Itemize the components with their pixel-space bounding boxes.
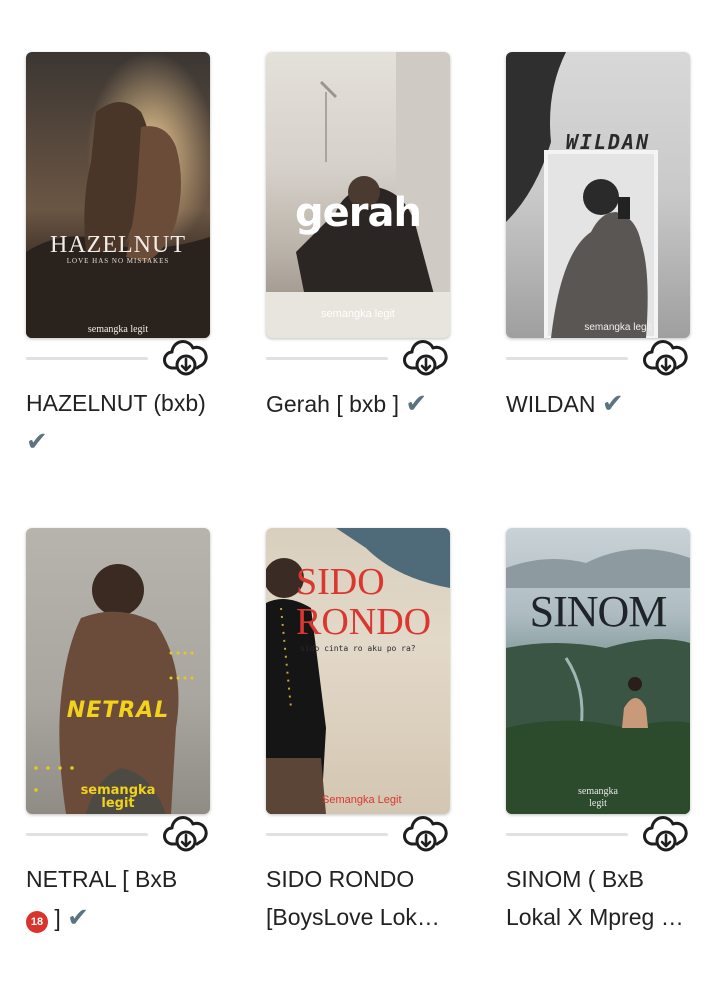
book-title-text: HAZELNUT (bxb) [26, 390, 206, 416]
book-card-netral[interactable]: NETRAL semangka legit NETRAL [ BxB 18 ] … [26, 528, 212, 937]
cover-title: WILDAN [565, 130, 651, 154]
verified-check-icon: ✔ [405, 388, 428, 418]
cover-title: HAZELNUT [50, 232, 186, 258]
book-card-sido-rondo[interactable]: SIDO RONDO sido cinta ro aku po ra? Sema… [266, 528, 452, 936]
cloud-download-icon[interactable] [642, 338, 690, 378]
cover-art [26, 52, 210, 338]
book-title-text: WILDAN [506, 391, 596, 417]
cover-title: gerah [295, 190, 422, 236]
book-cover[interactable]: WILDAN semangka legit [506, 52, 690, 338]
cover-author: semangka legit [87, 324, 149, 335]
cloud-download-icon[interactable] [402, 814, 450, 854]
reading-progress-row [506, 814, 692, 858]
cover-author-line2: legit [589, 798, 607, 809]
cover-subtitle: sido cinta ro aku po ra? [300, 644, 416, 653]
cover-art [34, 564, 194, 814]
reading-progress-row [26, 338, 212, 382]
verified-check-icon: ✔ [67, 902, 89, 932]
book-cover[interactable]: SIDO RONDO sido cinta ro aku po ra? Sema… [266, 528, 450, 814]
progress-bar [26, 833, 148, 836]
book-card-sinom[interactable]: SINOM semangka legit SINOM ( BxB Lokal X… [506, 528, 692, 936]
reading-progress-row [506, 338, 692, 382]
book-title[interactable]: Gerah [ bxb ] ✔ [266, 384, 452, 423]
book-cover[interactable]: SINOM semangka legit [506, 528, 690, 814]
cover-title-line1: SIDO [296, 561, 385, 603]
book-card-wildan[interactable]: WILDAN semangka legit WILDAN ✔ [506, 52, 692, 423]
cloud-download-icon[interactable] [402, 338, 450, 378]
cloud-download-icon[interactable] [162, 814, 210, 854]
verified-check-icon: ✔ [601, 388, 624, 418]
progress-bar [506, 357, 628, 360]
cover-author: Semangka Legit [322, 794, 402, 806]
verified-check-icon: ✔ [26, 426, 48, 456]
book-title-line1: SINOM ( BxB [506, 866, 645, 892]
cloud-download-icon[interactable] [642, 814, 690, 854]
book-title[interactable]: WILDAN ✔ [506, 384, 692, 423]
cover-author: semangka legit [321, 308, 395, 320]
book-card-hazelnut[interactable]: HAZELNUT LOVE HAS NO MISTAKES semangka l… [26, 52, 212, 461]
reading-progress-row [266, 814, 452, 858]
cover-art [506, 52, 658, 338]
cover-title: SINOM [529, 587, 668, 636]
library-grid: HAZELNUT LOVE HAS NO MISTAKES semangka l… [0, 0, 716, 992]
book-card-gerah[interactable]: gerah semangka legit Gerah [ bxb ] ✔ [266, 52, 452, 423]
cover-art [506, 549, 690, 814]
progress-bar [26, 357, 148, 360]
book-title-line2: Lokal X Mpreg … [506, 904, 684, 930]
book-cover[interactable]: gerah semangka legit [266, 52, 450, 338]
cover-author: semangka legit [80, 783, 156, 811]
book-title-line2: [BoysLove Lok… [266, 904, 440, 930]
book-title[interactable]: SINOM ( BxB Lokal X Mpreg … [506, 860, 692, 936]
reading-progress-row [26, 814, 212, 858]
book-title-text: NETRAL [ BxB [26, 866, 178, 892]
cover-title-line2: RONDO [296, 601, 432, 643]
book-title-line1: SIDO RONDO [266, 866, 415, 892]
book-title-text-line2: ] [54, 905, 61, 931]
progress-bar [266, 357, 388, 360]
book-title[interactable]: NETRAL [ BxB 18 ] ✔ [26, 860, 212, 937]
cover-title: NETRAL [66, 698, 170, 723]
adult-18-badge-icon: 18 [26, 911, 48, 933]
book-cover[interactable]: HAZELNUT LOVE HAS NO MISTAKES semangka l… [26, 52, 210, 338]
book-title-text: Gerah [ bxb ] [266, 391, 399, 417]
progress-bar [506, 833, 628, 836]
cover-author: semangka legit [584, 322, 652, 333]
cover-subtitle: LOVE HAS NO MISTAKES [66, 257, 170, 265]
cover-author-line1: semangka [578, 786, 618, 797]
cloud-download-icon[interactable] [162, 338, 210, 378]
reading-progress-row [266, 338, 452, 382]
book-cover[interactable]: NETRAL semangka legit [26, 528, 210, 814]
progress-bar [266, 833, 388, 836]
book-title[interactable]: SIDO RONDO [BoysLove Lok… [266, 860, 452, 936]
book-title[interactable]: HAZELNUT (bxb) ✔ [26, 384, 212, 461]
